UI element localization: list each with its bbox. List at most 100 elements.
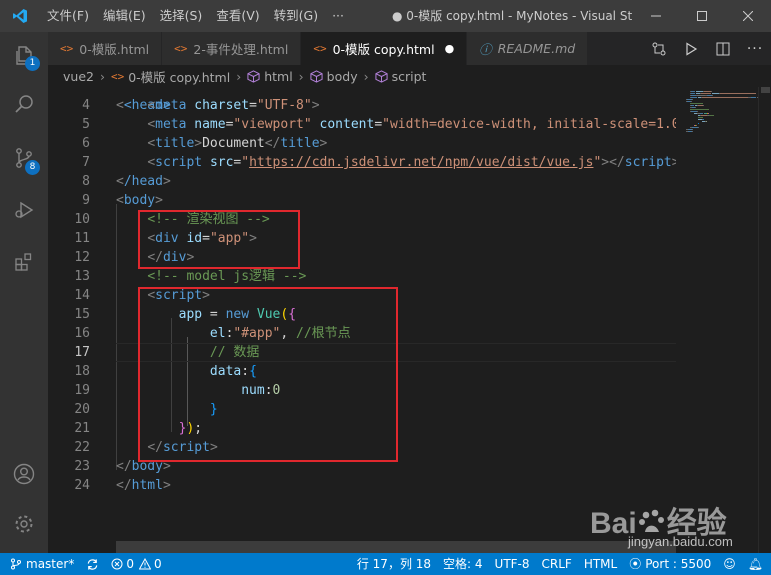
minimap-token bbox=[692, 131, 693, 132]
encoding-status[interactable]: UTF-8 bbox=[489, 553, 536, 575]
problems-status[interactable]: 0 0 bbox=[105, 553, 167, 575]
broadcast-icon: ⦿ bbox=[629, 557, 642, 571]
breadcrumb-folder[interactable]: vue2 bbox=[63, 69, 94, 84]
code-token: charset bbox=[194, 98, 250, 113]
source-control-button[interactable]: 8 bbox=[0, 134, 48, 182]
git-branch-icon bbox=[11, 558, 21, 570]
sync-button[interactable] bbox=[80, 558, 105, 571]
menu-item[interactable]: ··· bbox=[325, 0, 351, 32]
symbol-cube-icon bbox=[310, 69, 323, 83]
window-title: ● 0-模版 copy.html - MyNotes - Visual Stu.… bbox=[392, 9, 632, 23]
status-bar: master* 0 0 行 17，列 18 空格: 4 UTF-8 CRLF H… bbox=[0, 553, 771, 575]
breadcrumb-script[interactable]: script bbox=[392, 69, 427, 84]
minimap-token bbox=[697, 111, 698, 112]
minimap-token bbox=[692, 99, 693, 100]
accounts-button[interactable] bbox=[0, 450, 48, 498]
search-button[interactable] bbox=[0, 80, 48, 128]
chevron-right-icon: › bbox=[298, 68, 304, 84]
tab-readme[interactable]: ⓘ README.md bbox=[467, 32, 589, 65]
minimap[interactable] bbox=[676, 87, 758, 553]
port-label: Port : 5500 bbox=[645, 557, 712, 571]
minimap-token bbox=[698, 127, 699, 128]
code-token: > bbox=[194, 136, 203, 151]
tab-0-template-copy[interactable]: <> 0-模版 copy.html ● bbox=[301, 32, 468, 65]
indentation-status[interactable]: 空格: 4 bbox=[437, 553, 489, 575]
notifications-button[interactable]: 🔔︎ bbox=[742, 553, 771, 575]
error-icon bbox=[111, 558, 123, 570]
git-compare-icon bbox=[652, 42, 666, 55]
minimap-token bbox=[698, 117, 703, 118]
menu-item[interactable]: 转到(G) bbox=[267, 0, 325, 32]
menu-item[interactable]: 编辑(E) bbox=[96, 0, 153, 32]
code-token: ></ bbox=[601, 155, 625, 170]
manage-button[interactable] bbox=[0, 500, 48, 548]
minimap-token bbox=[708, 113, 709, 114]
extensions-button[interactable] bbox=[0, 238, 48, 286]
branch-status[interactable]: master* bbox=[0, 553, 80, 575]
play-icon bbox=[686, 41, 698, 56]
unsaved-dot-icon[interactable]: ● bbox=[445, 42, 455, 55]
code-line: 9 <body> bbox=[48, 191, 676, 210]
live-server-status[interactable]: ⦿ Port : 5500 bbox=[623, 553, 717, 575]
symbol-cube-icon bbox=[247, 69, 260, 83]
sync-icon bbox=[88, 558, 98, 570]
code-line: 6 <title>Document</title> bbox=[48, 134, 676, 153]
explorer-button[interactable]: 1 bbox=[0, 32, 48, 80]
close-window-button[interactable] bbox=[725, 0, 771, 32]
minimap-token bbox=[691, 91, 695, 92]
run-button[interactable] bbox=[675, 32, 707, 65]
breadcrumb-file[interactable]: 0-模版 copy.html bbox=[128, 67, 230, 86]
line-number: 14 bbox=[74, 288, 90, 303]
menu-item[interactable]: 选择(S) bbox=[153, 0, 210, 32]
line-number: 10 bbox=[74, 212, 90, 227]
minimap-token bbox=[691, 101, 692, 102]
code-token: </ bbox=[116, 459, 132, 474]
tab-0-template[interactable]: <> 0-模版.html bbox=[48, 32, 163, 65]
line-number: 13 bbox=[74, 269, 90, 284]
minimap-token bbox=[703, 119, 704, 120]
maximize-button[interactable] bbox=[679, 0, 725, 32]
code-token: script bbox=[624, 155, 672, 170]
line-number: 4 bbox=[82, 98, 90, 113]
highlight-box-script bbox=[138, 287, 398, 462]
code-token: src bbox=[209, 155, 234, 170]
code-token: = bbox=[249, 98, 257, 113]
minimap-token bbox=[691, 97, 697, 98]
breadcrumb-html[interactable]: html bbox=[264, 69, 292, 84]
menu-item[interactable]: 查看(V) bbox=[209, 0, 266, 32]
cursor-position[interactable]: 行 17，列 18 bbox=[351, 553, 437, 575]
line-number: 22 bbox=[74, 440, 90, 455]
run-debug-button[interactable] bbox=[0, 186, 48, 234]
eol-status[interactable]: CRLF bbox=[536, 553, 578, 575]
code-token: https://cdn.jsdelivr.net/npm/vue/dist/vu… bbox=[249, 155, 594, 170]
code-text: <meta charset="UTF-8"> bbox=[116, 96, 319, 115]
breadcrumb-body[interactable]: body bbox=[327, 69, 358, 84]
split-editor-button[interactable] bbox=[707, 32, 739, 65]
tab-label: README.md bbox=[497, 41, 576, 56]
line-number: 9 bbox=[82, 193, 90, 208]
menu-item[interactable]: 文件(F) bbox=[40, 0, 96, 32]
baidu-watermark: Bai 经验 jingyan.baidu.com bbox=[588, 492, 768, 552]
vertical-scrollbar[interactable] bbox=[758, 87, 771, 553]
more-actions-button[interactable]: ··· bbox=[739, 32, 771, 65]
line-number: 18 bbox=[74, 364, 90, 379]
warning-count: 0 bbox=[153, 557, 162, 571]
line-number: 21 bbox=[74, 421, 90, 436]
code-token: < bbox=[116, 193, 124, 208]
code-token: html bbox=[131, 478, 163, 493]
code-text: <body> bbox=[116, 191, 163, 210]
code-text: <meta name="viewport" content="width=dev… bbox=[116, 115, 676, 134]
feedback-button[interactable]: ☺ bbox=[717, 553, 742, 575]
minimize-button[interactable] bbox=[633, 0, 679, 32]
minimap-token bbox=[712, 93, 719, 94]
code-line: 8 </head> bbox=[48, 172, 676, 191]
minimap-token bbox=[706, 121, 707, 122]
debug-icon bbox=[15, 201, 34, 219]
tab-2-event-handling[interactable]: <> 2-事件处理.html bbox=[162, 32, 302, 65]
line-number: 6 bbox=[82, 136, 90, 151]
compare-changes-button[interactable] bbox=[643, 32, 675, 65]
line-number: 20 bbox=[74, 402, 90, 417]
language-mode[interactable]: HTML bbox=[578, 553, 623, 575]
